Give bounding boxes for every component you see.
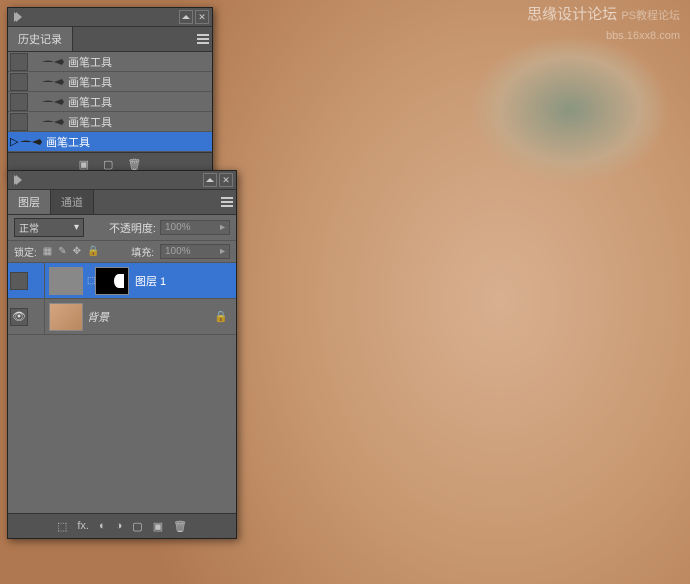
collapse-icon[interactable] <box>11 174 23 186</box>
history-item[interactable]: 画笔工具 <box>8 52 212 72</box>
history-panel: ✕ 历史记录 画笔工具 画笔工具 画笔工具 画笔工具 ▷画笔工具 ▣ ▢ 🗑 <box>7 7 213 176</box>
panel-menu-icon[interactable] <box>218 190 236 214</box>
current-state-icon: ▷ <box>10 135 20 148</box>
lock-transparency-icon[interactable]: ▦ <box>43 246 52 257</box>
layer-row[interactable]: ⬚ 图层 1 <box>8 263 236 299</box>
layers-tab[interactable]: 图层 <box>8 190 51 214</box>
add-mask-icon[interactable]: ◐ <box>99 520 106 532</box>
channels-tab[interactable]: 通道 <box>51 190 94 214</box>
brush-icon <box>42 75 64 89</box>
new-layer-icon[interactable]: ▣ <box>153 520 163 533</box>
close-icon[interactable]: ✕ <box>219 173 233 187</box>
layers-panel: ✕ 图层 通道 正常▾ 不透明度: 100%▸ 锁定: ▦ ✎ ✥ 🔒 填充: … <box>7 170 237 539</box>
opacity-input[interactable]: 100%▸ <box>160 220 230 235</box>
delete-layer-icon[interactable]: 🗑 <box>173 520 187 533</box>
mask-thumbnail[interactable] <box>95 267 129 295</box>
history-tab[interactable]: 历史记录 <box>8 27 73 51</box>
fill-input[interactable]: 100%▸ <box>160 244 230 259</box>
layer-row[interactable]: 👁 背景 🔒 <box>8 299 236 335</box>
brush-icon <box>20 135 42 149</box>
link-layers-icon[interactable]: ⬚ <box>57 520 67 533</box>
history-item[interactable]: ▷画笔工具 <box>8 132 212 152</box>
group-icon[interactable]: ▢ <box>132 520 142 533</box>
delete-icon[interactable]: 🗑 <box>127 158 141 171</box>
lock-label: 锁定: <box>14 244 37 259</box>
history-item[interactable]: 画笔工具 <box>8 92 212 112</box>
visibility-toggle[interactable]: 👁 <box>10 308 28 326</box>
layer-name[interactable]: 图层 1 <box>135 273 166 289</box>
lock-all-icon[interactable]: 🔒 <box>87 246 99 257</box>
collapse-icon[interactable] <box>11 11 23 23</box>
history-item[interactable]: 画笔工具 <box>8 72 212 92</box>
visibility-toggle[interactable] <box>10 272 28 290</box>
layer-name[interactable]: 背景 <box>87 309 109 325</box>
lock-paint-icon[interactable]: ✎ <box>58 246 66 257</box>
adjustment-layer-icon[interactable]: ◑ <box>116 520 123 532</box>
layer-thumbnail[interactable] <box>49 267 83 295</box>
layer-thumbnail[interactable] <box>49 303 83 331</box>
opacity-label: 不透明度: <box>109 220 156 236</box>
brush-icon <box>42 95 64 109</box>
history-item[interactable]: 画笔工具 <box>8 112 212 132</box>
history-list: 画笔工具 画笔工具 画笔工具 画笔工具 ▷画笔工具 <box>8 52 212 152</box>
blend-mode-select[interactable]: 正常▾ <box>14 218 84 237</box>
layer-effects-icon[interactable]: fx. <box>77 520 89 532</box>
brush-icon <box>42 115 64 129</box>
brush-icon <box>42 55 64 69</box>
watermark: 思缘设计论坛 PS教程论坛 bbs.16xx8.com <box>527 5 680 44</box>
fill-label: 填充: <box>131 244 154 259</box>
close-icon[interactable]: ✕ <box>195 10 209 24</box>
minimize-icon[interactable] <box>179 10 193 24</box>
lock-icon: 🔒 <box>214 310 228 323</box>
panel-menu-icon[interactable] <box>194 27 212 51</box>
link-mask-icon[interactable]: ⬚ <box>87 275 95 286</box>
new-snapshot-icon[interactable]: ▢ <box>103 158 113 171</box>
lock-position-icon[interactable]: ✥ <box>73 246 81 257</box>
minimize-icon[interactable] <box>203 173 217 187</box>
new-document-icon[interactable]: ▣ <box>79 158 89 171</box>
